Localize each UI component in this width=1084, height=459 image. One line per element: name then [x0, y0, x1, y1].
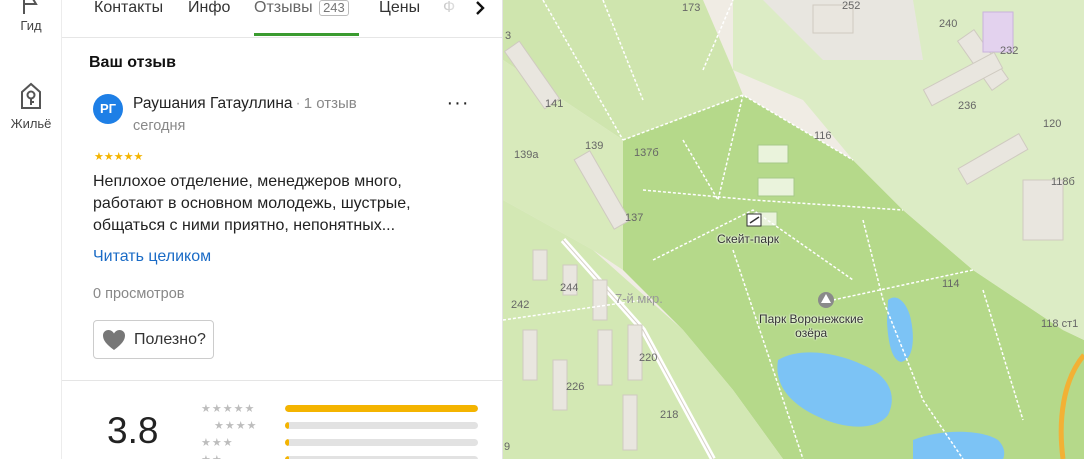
building-number: 244 — [560, 282, 579, 294]
read-more-link[interactable]: Читать целиком — [93, 248, 211, 266]
left-rail: Гид Жильё — [0, 0, 62, 459]
review-text-line: общаться с ними приятно, непонятных... — [93, 217, 396, 234]
review-stars: ★★★★★ — [94, 151, 144, 163]
review-more-button[interactable]: ··· — [444, 93, 472, 118]
building-number: 252 — [842, 0, 861, 12]
tab-prices[interactable]: Цены — [379, 0, 420, 38]
tab-bar: Контакты Инфо Отзывы 243 Цены Ф — [62, 0, 502, 38]
tab-prices-label: Цены — [379, 0, 421, 16]
author-reviews-count: 1 отзыв — [303, 95, 357, 112]
rating-row-stars: ★★★★ — [214, 420, 258, 432]
rating-bar — [285, 439, 478, 446]
park-label-line: Парк Воронежские — [759, 312, 864, 326]
building-number: 116 — [814, 130, 832, 142]
map-view[interactable]: 173 252 240 232 141 116 236 120 139 137б… — [503, 0, 1084, 459]
building-number: 118б — [1051, 176, 1075, 188]
building-number: 137 — [625, 212, 644, 224]
review-text: Неплохое отделение, менеджеров много, ра… — [93, 171, 453, 237]
active-tab-indicator — [254, 33, 359, 36]
useful-button-label: Полезно? — [134, 330, 206, 348]
avatar[interactable]: РГ — [93, 94, 123, 124]
rating-row-stars: ★★★ — [201, 437, 234, 449]
building-number: 218 — [660, 409, 679, 421]
park-label-line: озёра — [795, 326, 828, 340]
building-number: 139а — [514, 149, 539, 161]
skate-park-label[interactable]: Скейт-парк — [717, 232, 779, 246]
building-number: 118 ст1 — [1041, 318, 1079, 330]
place-panel: Контакты Инфо Отзывы 243 Цены Ф Ваш отзы… — [62, 0, 503, 459]
map-canvas — [503, 0, 1084, 459]
rating-bar-fill — [285, 439, 289, 446]
building-number: 240 — [939, 18, 958, 30]
building-number: 173 — [682, 2, 701, 14]
review-text-line: Неплохое отделение, менеджеров много, — [93, 173, 402, 190]
tab-contacts-label: Контакты — [94, 0, 164, 16]
rail-item-housing-label: Жильё — [10, 116, 52, 131]
rating-bar — [285, 422, 478, 429]
review-text-line: работают в основном молодежь, шустрые, — [93, 195, 411, 212]
tab-info-label: Инфо — [188, 0, 231, 16]
review-author-line: Раушания Гатауллина · 1 отзыв — [133, 95, 357, 113]
chevron-right-icon — [476, 1, 485, 15]
rail-item-housing[interactable]: Жильё — [0, 80, 62, 131]
reviews-count-badge: 243 — [319, 0, 349, 16]
section-title: Ваш отзыв — [89, 54, 176, 71]
review-author[interactable]: Раушания Гатауллина — [133, 95, 293, 112]
rating-row-stars: ★★★★★ — [201, 403, 256, 415]
building-number: 114 — [942, 278, 960, 290]
building-number: 3 — [505, 30, 512, 42]
park-label[interactable]: Парк Воронежские озёра — [759, 312, 863, 340]
building-number: 226 — [566, 381, 585, 393]
rating-bar-fill — [285, 405, 478, 412]
building-number: 236 — [958, 100, 977, 112]
building-number: 232 — [1000, 45, 1019, 57]
average-rating: 3.8 — [107, 410, 159, 451]
building-number: 9 — [504, 441, 511, 453]
rail-item-guide-label: Гид — [20, 18, 42, 33]
heart-icon — [103, 329, 125, 350]
author-separator: · — [295, 95, 301, 112]
house-key-icon — [21, 82, 41, 109]
building-number: 139 — [585, 140, 604, 152]
tabs-next-button[interactable] — [466, 0, 494, 28]
building-number: 242 — [511, 299, 530, 311]
rating-bar — [285, 405, 478, 412]
useful-button[interactable]: Полезно? — [93, 320, 214, 359]
tab-info[interactable]: Инфо — [188, 0, 230, 38]
district-label: 7-й мкр. — [615, 291, 663, 306]
rail-item-guide[interactable]: Гид — [0, 0, 62, 33]
building-number: 120 — [1043, 118, 1062, 130]
building-number: 137б — [634, 147, 659, 159]
rating-bar-fill — [285, 422, 289, 429]
building-number: 141 — [545, 98, 564, 110]
building-number: 220 — [639, 352, 658, 364]
tab-reviews-label: Отзывы — [254, 0, 313, 16]
review-date: сегодня — [133, 118, 186, 134]
tab-contacts[interactable]: Контакты — [94, 0, 163, 38]
rating-row-stars: ★★ — [201, 453, 223, 459]
flag-icon — [23, 0, 38, 14]
review-views: 0 просмотров — [93, 286, 185, 302]
section-divider — [62, 380, 502, 381]
